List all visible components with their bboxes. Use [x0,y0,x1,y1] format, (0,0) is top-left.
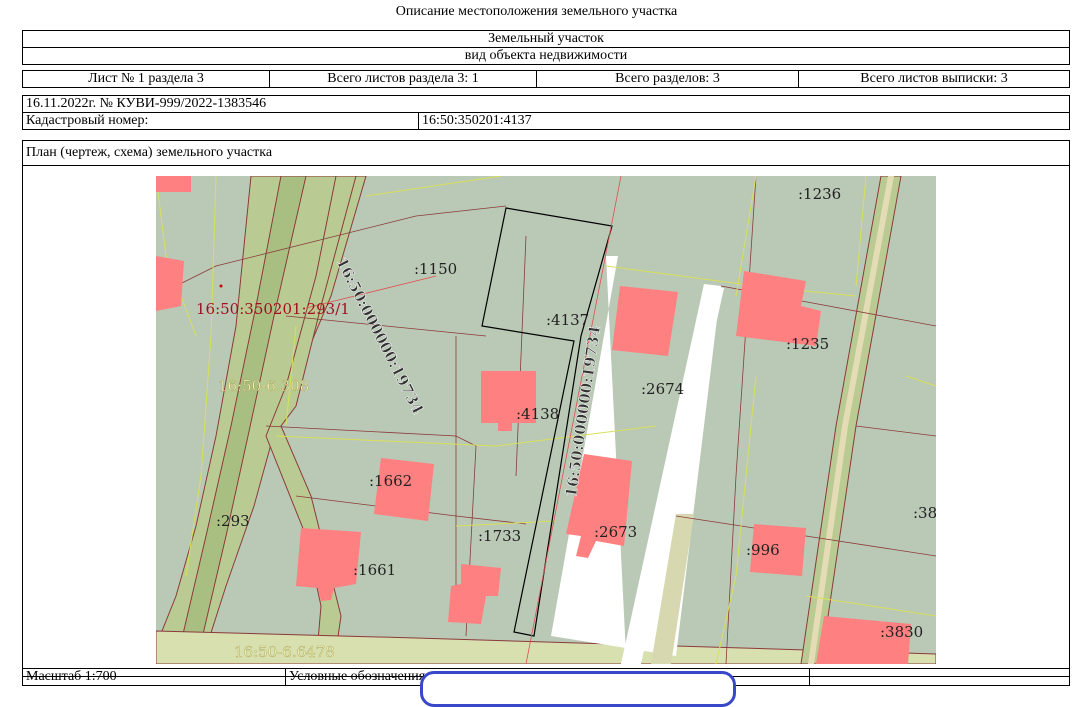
object-header-table: Земельный участок вид объекта недвижимос… [22,30,1070,65]
sheets-in-section: Всего листов раздела 3: 1 [269,70,537,88]
document-title: Описание местоположения земельного участ… [395,4,678,19]
label-4138: :4138 [516,405,559,423]
cadastral-value: 16:50:350201:4137 [418,112,1070,130]
label-1235: :1235 [786,335,829,353]
label-4137: :4137 [546,311,589,329]
label-1733: :1733 [478,527,521,545]
label-1236: :1236 [798,185,841,203]
label-2674: :2674 [641,380,684,398]
label-zone-6308: 16:50-6.308 [218,377,309,395]
cadastral-label: Кадастровый номер: [22,112,419,130]
total-sheets: Всего листов выписки: 3 [798,70,1070,88]
object-name: Земельный участок [22,30,1070,48]
record-info-table: 16.11.2022г. № КУВИ-999/2022-1383546 Кад… [22,95,1070,130]
date-number: 16.11.2022г. № КУВИ-999/2022-1383546 [22,95,1070,113]
building-left [156,256,184,311]
object-type: вид объекта недвижимости [22,47,1070,65]
cadastral-map[interactable]: :1236 :1150 :4137 :1235 :2674 :4138 :166… [156,176,936,664]
sheet-info-table: Лист № 1 раздела 3 Всего листов раздела … [22,70,1070,88]
sheet-number: Лист № 1 раздела 3 [22,70,270,88]
total-sections: Всего разделов: 3 [536,70,799,88]
label-3830: :3830 [880,623,923,641]
building-top-left [156,176,191,192]
label-zone-6478: 16:50-6.6478 [234,643,335,661]
scale-label: Масштаб 1:700 [22,668,286,686]
label-38: :38 [913,504,936,522]
label-2673: :2673 [594,523,637,541]
label-293: :293 [216,512,250,530]
legend-symbol [420,671,736,707]
building-2674 [612,286,678,356]
label-1661: :1661 [353,561,396,579]
plan-label: План (чертеж, схема) земельного участка [22,140,1070,166]
label-1662: :1662 [369,472,412,490]
label-parcel-293-1: 16:50:350201:293/1 [196,300,350,318]
label-996: :996 [746,541,780,559]
label-1150: :1150 [414,260,457,278]
footer-empty-cell [809,668,1070,686]
